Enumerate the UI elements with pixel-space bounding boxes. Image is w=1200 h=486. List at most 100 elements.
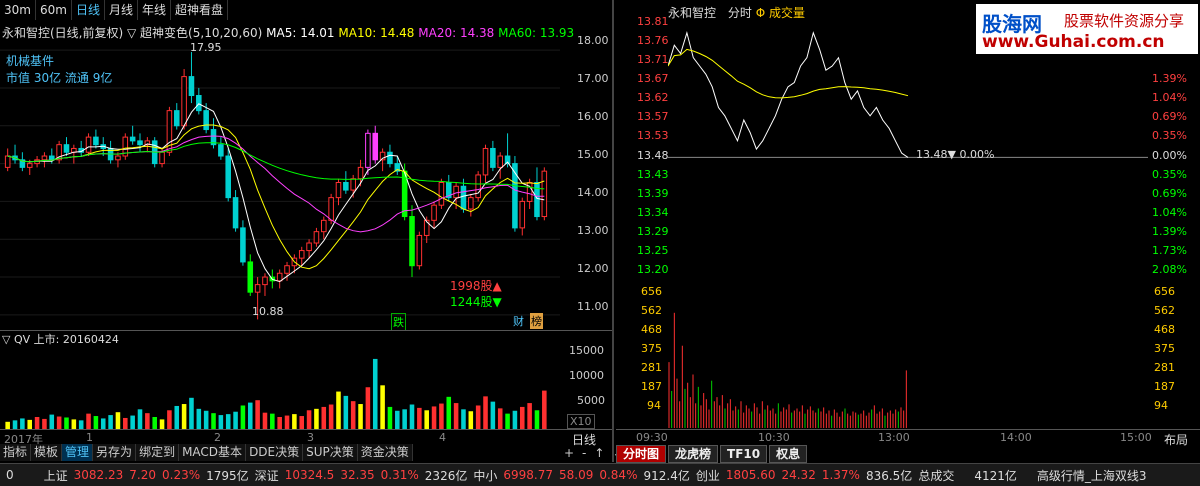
rank-tag[interactable]: 榜	[530, 313, 543, 329]
candle-body	[63, 144, 70, 153]
tab-30m[interactable]: 30m	[0, 0, 36, 20]
volume-bar	[108, 415, 113, 429]
volume-tick: 10000	[569, 369, 604, 382]
tab-60m[interactable]: 60m	[35, 0, 72, 20]
period-tabs: 30m 60m 日线 月线 年线 超神看盘	[0, 0, 228, 20]
pct-tick: 1.39%	[1152, 225, 1187, 238]
candle-body	[129, 136, 136, 142]
volume-bar	[519, 406, 525, 429]
volume-bar	[431, 406, 437, 429]
candle-body	[490, 147, 496, 168]
volume-bar	[34, 417, 40, 429]
candle-body	[173, 110, 180, 127]
volume-bar	[490, 401, 496, 429]
toolbar-save-as[interactable]: 另存为	[93, 444, 137, 461]
volume-tick: 375	[641, 342, 662, 355]
sh-pct: 0.23%	[162, 468, 201, 482]
toolbar-bind[interactable]: 绑定到	[136, 444, 180, 461]
toolbar-indicator[interactable]: 指标	[0, 444, 32, 461]
candle-body	[475, 174, 481, 199]
toolbar-template[interactable]: 模板	[31, 444, 63, 461]
high-price-label: 17.95	[190, 41, 222, 54]
price-tick: 13.20	[637, 263, 669, 276]
tab-year[interactable]: 年线	[137, 0, 171, 20]
candle-body	[534, 182, 540, 218]
drop-tag[interactable]: 跌	[391, 313, 406, 331]
toolbar-sup[interactable]: SUP决策	[303, 444, 358, 461]
volume-bar	[78, 420, 84, 429]
candle-body	[453, 185, 459, 199]
sz-amount: 2326亿	[424, 468, 468, 483]
candle-body	[335, 182, 342, 199]
toolbar-manage[interactable]: 管理	[62, 444, 94, 461]
intraday-volume-axis-right: 656 562 468 375 281 187 94	[1152, 282, 1200, 422]
volume-bar	[71, 419, 77, 429]
sh-name[interactable]: 上证	[44, 467, 68, 484]
candle-body	[188, 76, 195, 97]
sz-name[interactable]: 深证	[255, 467, 279, 484]
volume-bar	[350, 401, 356, 429]
volume-bar	[475, 405, 481, 429]
status-index: 0	[6, 468, 14, 482]
pct-tick: 0.69%	[1152, 110, 1187, 123]
tab-dragon-tiger[interactable]: 龙虎榜	[668, 445, 719, 463]
pct-tick: 1.39%	[1152, 72, 1187, 85]
candle-body	[541, 170, 548, 218]
date-tick: 4	[439, 431, 446, 444]
tab-rights[interactable]: 权息	[769, 445, 808, 463]
price-tick: 13.48	[637, 149, 669, 162]
volume-bar	[12, 420, 18, 429]
candle-body	[254, 284, 261, 293]
candle-body	[409, 216, 415, 267]
market-feed-label[interactable]: 高级行情_上海双线3	[1037, 467, 1147, 484]
tab-super-view[interactable]: 超神看盘	[170, 0, 228, 20]
time-tick: 14:00	[1000, 431, 1032, 444]
volume-bar	[439, 403, 444, 429]
toolbar-fund[interactable]: 资金决策	[358, 444, 413, 461]
zx-name[interactable]: 中小	[473, 467, 497, 484]
candle-body	[321, 219, 327, 233]
layout-button[interactable]: 布局	[1164, 431, 1188, 448]
pct-tick: 0.35%	[1152, 168, 1187, 181]
price-tick: 12.00	[577, 262, 609, 275]
tab-day[interactable]: 日线	[71, 0, 105, 20]
sz-change: 32.35	[340, 468, 375, 482]
cy-name[interactable]: 创业	[696, 467, 720, 484]
candle-body	[196, 95, 202, 112]
volume-tick: 656	[1154, 285, 1175, 298]
candle-body	[26, 163, 33, 168]
candle-body	[468, 197, 474, 210]
price-tick: 14.00	[577, 186, 609, 199]
zx-value: 6998.77	[503, 468, 553, 482]
time-tick: 13:00	[878, 431, 910, 444]
volume-bar	[534, 410, 540, 429]
candle-body	[93, 136, 99, 146]
toolbar-dde[interactable]: DDE决策	[246, 444, 304, 461]
volume-bar	[211, 413, 216, 429]
volume-bar	[123, 417, 128, 429]
price-tick: 13.67	[637, 72, 669, 85]
pct-tick: 1.04%	[1152, 91, 1187, 104]
candle-body	[232, 197, 239, 229]
sh-value: 3082.23	[73, 468, 124, 482]
panel-separator[interactable]	[612, 0, 614, 462]
sh-amount: 1795亿	[206, 468, 249, 483]
volume-tick: 468	[1154, 323, 1175, 336]
toolbar-macd[interactable]: MACD基本	[179, 444, 247, 461]
up-count-label: 1998股▲	[450, 279, 502, 293]
time-tick: 15:00	[1120, 431, 1152, 444]
tab-intraday[interactable]: 分时图	[616, 445, 667, 463]
price-tick: 13.25	[637, 244, 669, 257]
volume-bar	[314, 408, 319, 429]
tab-month[interactable]: 月线	[104, 0, 138, 20]
tab-f10[interactable]: TF10	[720, 445, 768, 463]
finance-tag[interactable]: 财	[512, 313, 525, 329]
volume-tick: 5000	[577, 394, 605, 407]
pct-tick: 1.73%	[1152, 244, 1187, 257]
candle-body	[372, 132, 379, 161]
sh-change: 7.20	[129, 468, 156, 482]
volume-tick: 94	[1154, 399, 1168, 412]
price-tick: 13.34	[637, 206, 669, 219]
candle-body	[159, 151, 165, 165]
total-value: 4121亿	[974, 468, 1017, 483]
